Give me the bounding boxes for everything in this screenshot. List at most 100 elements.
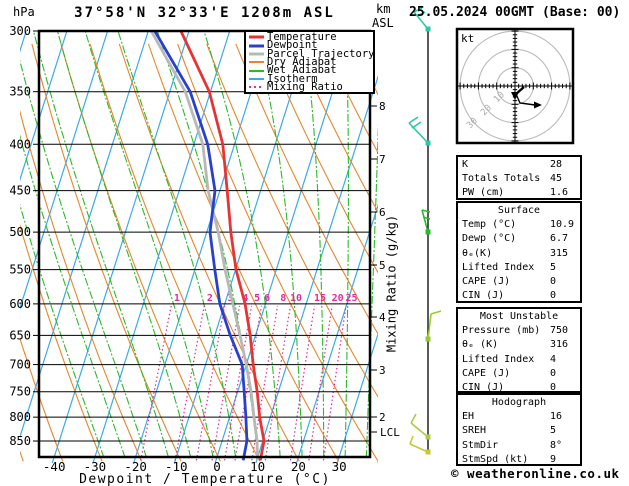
row-value: 315 — [550, 247, 569, 259]
mixing-ratio-labels: 1 2 3 4 5 6 8 10 15 20 25 — [174, 293, 358, 304]
row-label: CAPE (J) — [462, 367, 511, 379]
svg-text:-40: -40 — [43, 459, 66, 474]
svg-text:500: 500 — [9, 225, 31, 239]
legend-line-sample — [249, 44, 264, 48]
row-value: 9 — [550, 453, 557, 465]
row-value: 0 — [550, 290, 557, 302]
table-row: Pressure (mb) 750 — [458, 324, 580, 338]
svg-text:650: 650 — [9, 328, 31, 342]
row-value: 5 — [550, 425, 557, 437]
svg-text:LCL: LCL — [380, 426, 400, 439]
row-label: CIN (J) — [462, 290, 505, 302]
row-value: 8° — [550, 439, 563, 451]
run-datetime: 25.05.2024 00GMT (Base: 00) — [409, 5, 621, 20]
table-row: Totals Totals 45 — [458, 172, 580, 186]
svg-text:3: 3 — [379, 364, 386, 377]
stats-table-most-unstable: Most Unstable Pressure (mb) 750 θₑ (K) 316 Li… — [456, 307, 582, 393]
row-value: 28 — [550, 159, 563, 170]
row-value: 4 — [550, 353, 557, 365]
hodograph-unit-label: kt — [461, 32, 474, 45]
table-row: Temp (°C) 10.9 — [458, 218, 580, 232]
svg-text:7: 7 — [379, 153, 386, 166]
table-row: StmSpd (kt) 9 — [458, 453, 580, 467]
legend-line-sample — [249, 77, 264, 80]
legend-line-sample — [249, 69, 264, 72]
pressure-tick-labels: 300 350 400 450 500 550 600 650 700 750 800 850 — [9, 24, 31, 448]
legend-line-sample — [249, 35, 264, 39]
svg-text:30: 30 — [465, 116, 480, 131]
row-label: K — [462, 159, 469, 170]
row-value: 10.9 — [550, 219, 575, 231]
row-label: Dewp (°C) — [462, 233, 517, 245]
hodograph-ring-labels: 102030 — [465, 90, 507, 131]
row-value: 6.7 — [550, 233, 569, 245]
svg-text:6: 6 — [264, 293, 270, 304]
svg-text:20: 20 — [479, 103, 494, 118]
row-label: PW (cm) — [462, 187, 505, 199]
table-title: Hodograph — [491, 397, 547, 408]
svg-text:8: 8 — [280, 293, 286, 304]
table-title: Surface — [497, 205, 541, 216]
svg-text:8: 8 — [379, 100, 386, 113]
stats-table: K 28 Totals Totals 45 PW (cm) 1.6 — [456, 155, 582, 200]
table-row: CIN (J) 0 — [458, 289, 580, 303]
row-value: 0 — [550, 381, 557, 393]
row-label: StmSpd (kt) — [462, 453, 529, 465]
svg-text:5: 5 — [254, 293, 260, 304]
svg-text:300: 300 — [9, 24, 31, 38]
row-value: 0 — [550, 367, 557, 379]
wind-barb — [408, 116, 431, 146]
copyright: © weatheronline.co.uk — [451, 466, 620, 481]
svg-text:450: 450 — [9, 184, 31, 198]
svg-text:700: 700 — [9, 358, 31, 372]
row-label: SREH — [462, 425, 487, 437]
svg-text:10: 10 — [290, 293, 302, 304]
table-row: StmDir 8° — [458, 439, 580, 453]
svg-text:600: 600 — [9, 297, 31, 311]
altitude-axis-unit-label: km — [376, 2, 391, 16]
mixing-ratio-axis-label: Mixing Ratio (g/kg) — [384, 214, 399, 353]
station-title: 37°58'N 32°33'E 1208m ASL — [74, 5, 335, 21]
table-row: θₑ (K) 316 — [458, 338, 580, 352]
svg-text:750: 750 — [9, 385, 31, 399]
skewt-sounding-page: 1 2 3 4 5 6 8 10 15 20 25 300 350 400 450 500 550 600 650 7… — [0, 0, 629, 486]
svg-text:850: 850 — [9, 434, 31, 448]
legend-line-sample — [249, 61, 264, 64]
temp-axis-title: Dewpoint / Temperature (°C) — [79, 472, 329, 486]
svg-text:800: 800 — [9, 410, 31, 424]
row-value: 0 — [550, 275, 557, 287]
wind-barb — [421, 209, 431, 235]
table-row: CAPE (J) 0 — [458, 367, 580, 381]
row-label: θₑ (K) — [462, 339, 499, 351]
row-value: 750 — [550, 325, 569, 337]
row-value: 1.6 — [550, 187, 569, 199]
table-row: θₑ(K) 315 — [458, 247, 580, 261]
legend-item-mixing-ratio: Mixing Ratio — [249, 82, 373, 93]
svg-text:400: 400 — [9, 137, 31, 151]
row-label: Pressure (mb) — [462, 325, 541, 337]
stats-table-surface: Surface Temp (°C) 10.9 Dewp (°C) 6.7 θₑ(K) 315… — [456, 201, 582, 303]
row-value: 316 — [550, 339, 569, 351]
row-label: EH — [462, 411, 475, 423]
row-label: Totals Totals — [462, 173, 541, 185]
svg-text:30: 30 — [332, 459, 347, 474]
row-label: Lifted Index — [462, 261, 535, 273]
table-row: EH 16 — [458, 410, 580, 424]
hodograph-trace — [511, 86, 542, 109]
table-row: CAPE (J) 0 — [458, 275, 580, 289]
row-label: CAPE (J) — [462, 275, 511, 287]
row-value: 5 — [550, 261, 557, 273]
row-value: 16 — [550, 411, 563, 423]
pressure-axis-unit-label: hPa — [13, 5, 35, 19]
svg-text:550: 550 — [9, 263, 31, 277]
row-label: Lifted Index — [462, 353, 535, 365]
svg-text:10: 10 — [492, 90, 507, 105]
table-row: Lifted Index 5 — [458, 261, 580, 275]
table-row: SREH 5 — [458, 424, 580, 438]
table-row: Lifted Index 4 — [458, 353, 580, 367]
table-row: Dewp (°C) 6.7 — [458, 232, 580, 246]
table-title: Most Unstable — [479, 311, 559, 322]
row-label: θₑ(K) — [462, 247, 493, 259]
stats-table-hodograph: Hodograph EH 16 SREH 5 StmDir 8° StmSpd (kt) 9 — [456, 393, 582, 466]
table-row: PW (cm) 1.6 — [458, 186, 580, 200]
